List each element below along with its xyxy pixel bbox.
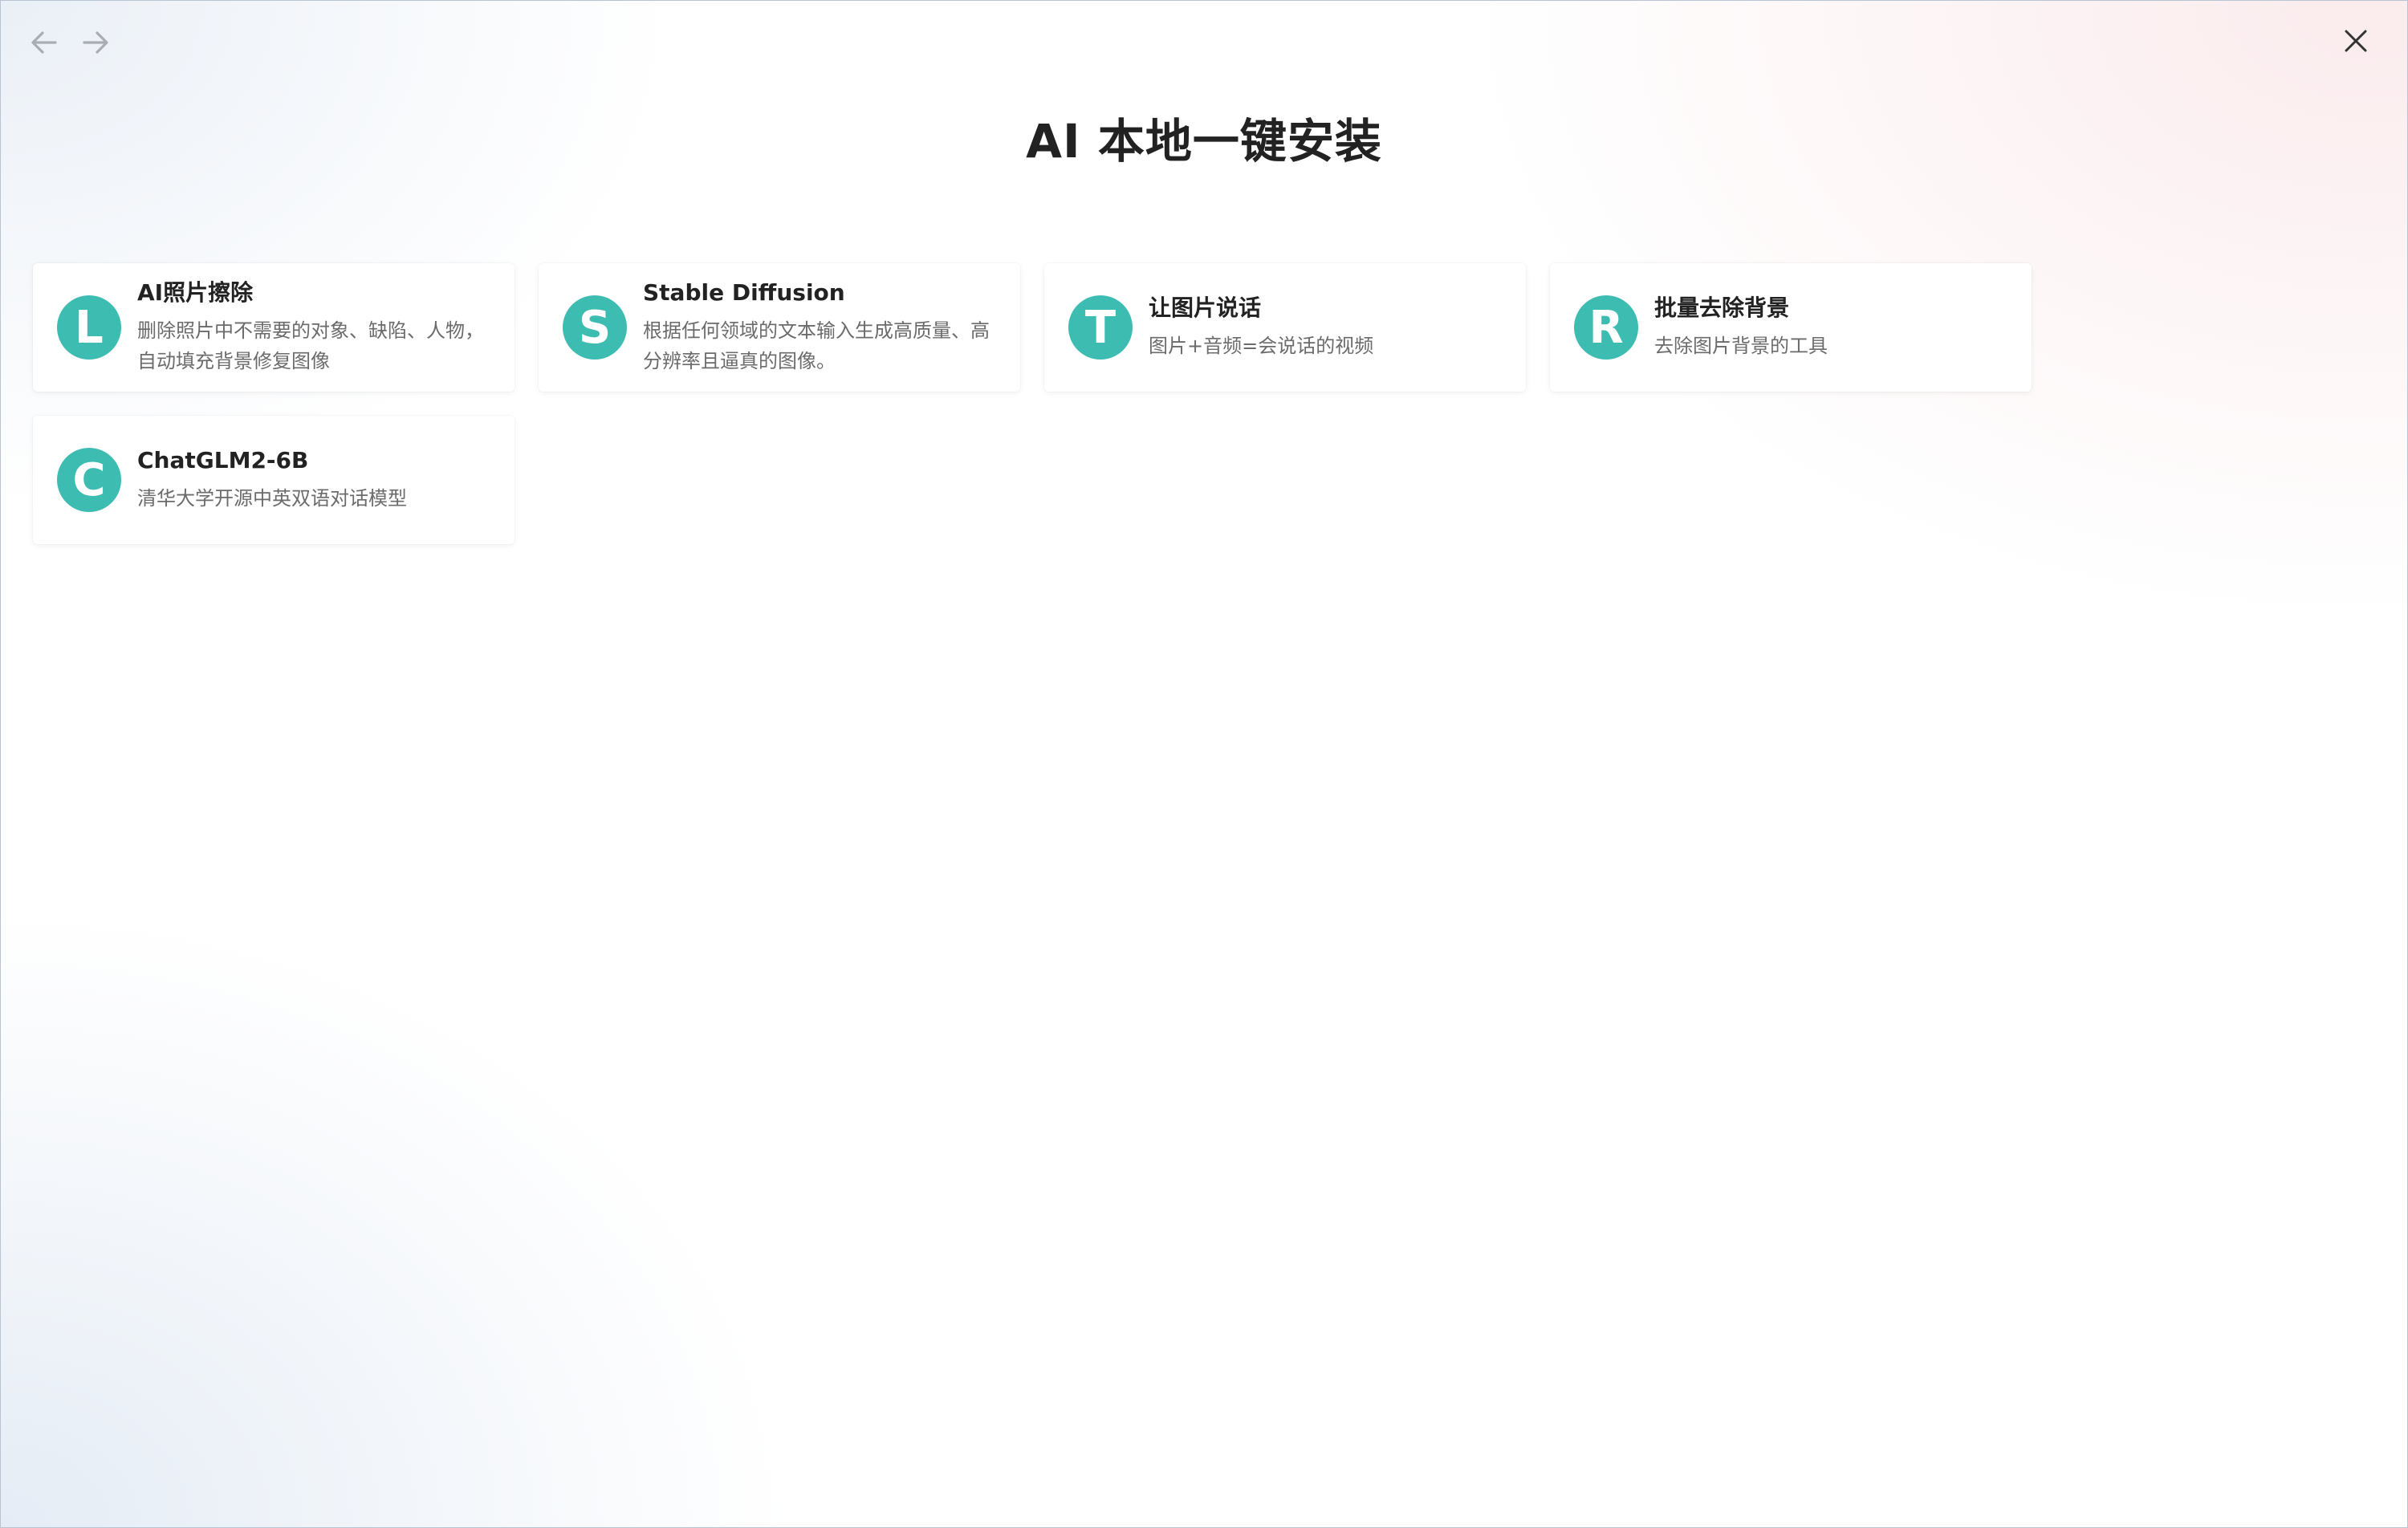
arrow-left-icon [31,31,57,54]
app-card-title: 让图片说话 [1149,295,1262,321]
app-card-title: AI照片擦除 [137,279,254,306]
app-card-title: ChatGLM2-6B [137,447,309,473]
app-card-stable-diffusion[interactable]: S Stable Diffusion 根据任何领域的文本输入生成高质量、高分辨率… [539,263,1020,392]
app-card-description: 删除照片中不需要的对象、缺陷、人物，自动填充背景修复图像 [137,319,484,372]
close-icon [2345,30,2367,52]
app-card-chatglm2-6b[interactable]: C ChatGLM2-6B 清华大学开源中英双语对话模型 [33,416,515,544]
app-card-description: 根据任何领域的文本输入生成高质量、高分辨率且逼真的图像。 [643,319,990,372]
app-avatar: R [1574,295,1638,360]
arrow-right-icon [83,31,108,54]
app-card-description: 图片+音频=会说话的视频 [1149,335,1374,357]
app-card-grid: L AI照片擦除 删除照片中不需要的对象、缺陷、人物，自动填充背景修复图像 S … [33,263,2056,544]
close-button[interactable] [2321,6,2391,76]
app-card-talking-picture[interactable]: T 让图片说话 图片+音频=会说话的视频 [1044,263,1526,392]
app-card-text: 让图片说话 图片+音频=会说话的视频 [1149,294,1373,361]
back-button[interactable] [15,14,73,71]
app-window: AI 本地一键安装 L AI照片擦除 删除照片中不需要的对象、缺陷、人物，自动填… [0,0,2408,1528]
app-card-ai-photo-eraser[interactable]: L AI照片擦除 删除照片中不需要的对象、缺陷、人物，自动填充背景修复图像 [33,263,515,392]
app-card-text: ChatGLM2-6B 清华大学开源中英双语对话模型 [137,446,407,514]
app-avatar: L [57,295,121,360]
app-card-text: 批量去除背景 去除图片背景的工具 [1654,294,1828,361]
forward-button[interactable] [67,14,124,71]
app-card-description: 去除图片背景的工具 [1654,335,1828,357]
app-card-text: Stable Diffusion 根据任何领域的文本输入生成高质量、高分辨率且逼… [643,278,996,376]
app-avatar: S [563,295,627,360]
app-avatar: T [1068,295,1133,360]
app-card-description: 清华大学开源中英双语对话模型 [137,487,407,510]
app-avatar: C [57,448,121,512]
app-card-text: AI照片擦除 删除照片中不需要的对象、缺陷、人物，自动填充背景修复图像 [137,278,490,376]
app-card-title: 批量去除背景 [1654,295,1790,321]
app-card-title: Stable Diffusion [643,279,845,306]
page-title: AI 本地一键安装 [1026,114,1382,169]
app-card-batch-remove-background[interactable]: R 批量去除背景 去除图片背景的工具 [1550,263,2032,392]
